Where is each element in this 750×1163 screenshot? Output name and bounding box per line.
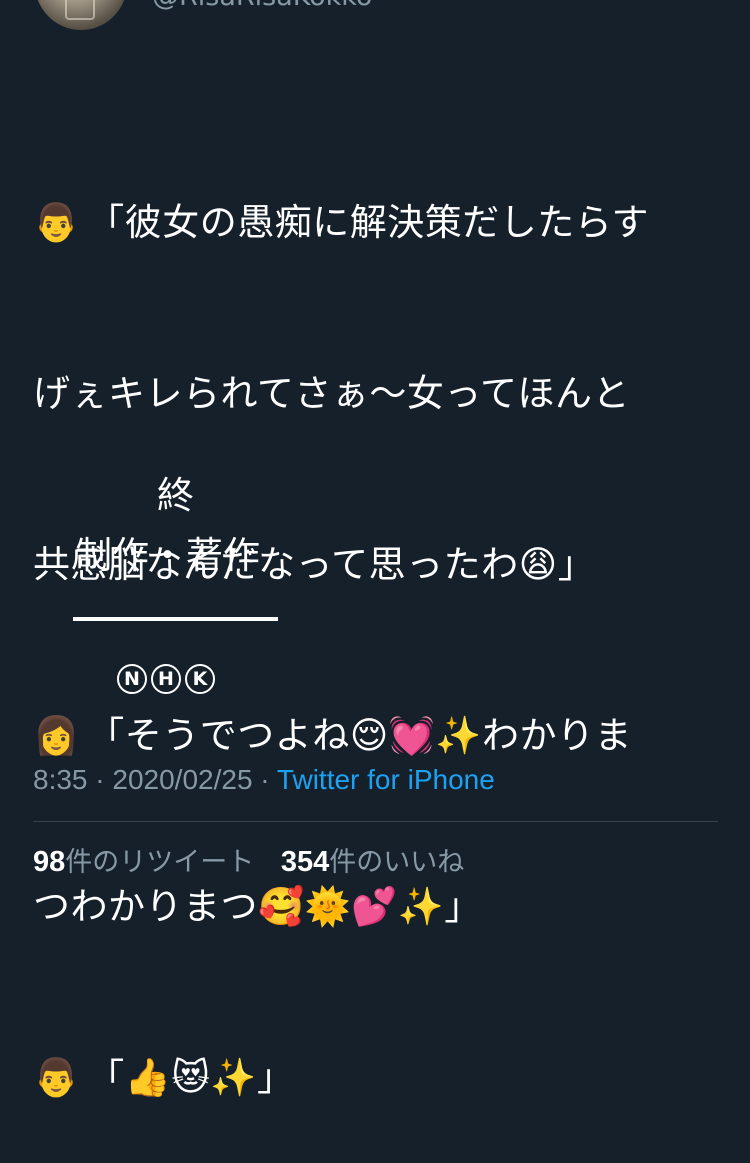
divider	[33, 821, 718, 822]
credit-fin: 終	[157, 474, 194, 517]
tweet-date[interactable]: 2020/02/25	[112, 764, 252, 795]
avatar-image-detail	[65, 0, 95, 20]
avatar[interactable]	[35, 0, 127, 30]
tweet-meta: 8:35 · 2020/02/25 · Twitter for iPhone	[33, 761, 495, 799]
tweet-time[interactable]: 8:35	[33, 764, 88, 795]
tweet-line: げぇキレられてさぁ〜女ってほんと	[33, 365, 723, 422]
tweet-stats: 98件のリツイート 354件のいいね	[33, 843, 464, 882]
nhk-logo: N H K	[117, 664, 215, 694]
tweet-line-text: 「そうでつよね😌💓✨わかりま	[87, 714, 632, 757]
likes-stat[interactable]: 354件のいいね	[281, 843, 464, 882]
meta-separator: ·	[87, 764, 113, 795]
man-speaker-icon: 👨	[33, 1056, 80, 1099]
tweet-line: 👨 「👍😻✨」	[33, 1049, 723, 1106]
meta-separator: ·	[252, 764, 277, 795]
tweet-text: 👨 「彼女の愚痴に解決策だしたらす げぇキレられてさぁ〜女ってほんと 共感脳なん…	[33, 80, 723, 1163]
tweet-line: 👨 「彼女の愚痴に解決策だしたらす	[33, 194, 723, 251]
man-speaker-icon: 👨	[33, 201, 80, 244]
retweets-count: 98	[33, 846, 66, 878]
credit-production: 制作・著作	[75, 534, 260, 577]
likes-label: 件のいいね	[329, 847, 465, 878]
tweet-line: 👩 「そうでつよね😌💓✨わかりま	[33, 707, 723, 764]
tweet-line-text: 「彼女の愚痴に解決策だしたらす	[87, 201, 650, 244]
nhk-letter-h: H	[151, 664, 181, 694]
tweet-line-text: つわかりまつ🥰🌞💕✨」	[33, 885, 482, 928]
tweet-line-text: 「👍😻✨」	[87, 1056, 295, 1099]
nhk-letter-n: N	[117, 664, 147, 694]
retweets-label: 件のリツイート	[65, 847, 255, 878]
woman-speaker-icon: 👩	[33, 714, 80, 757]
tweet-source-link[interactable]: Twitter for iPhone	[277, 764, 495, 795]
retweets-stat[interactable]: 98件のリツイート	[33, 843, 254, 882]
credit-underline	[73, 617, 278, 621]
tweet-line: つわかりまつ🥰🌞💕✨」	[33, 878, 723, 935]
likes-count: 354	[280, 846, 330, 878]
nhk-letter-k: K	[185, 664, 215, 694]
tweet-line-text: げぇキレられてさぁ〜女ってほんと	[33, 372, 631, 415]
author-handle[interactable]: @RisaRisaKokko	[152, 0, 372, 10]
